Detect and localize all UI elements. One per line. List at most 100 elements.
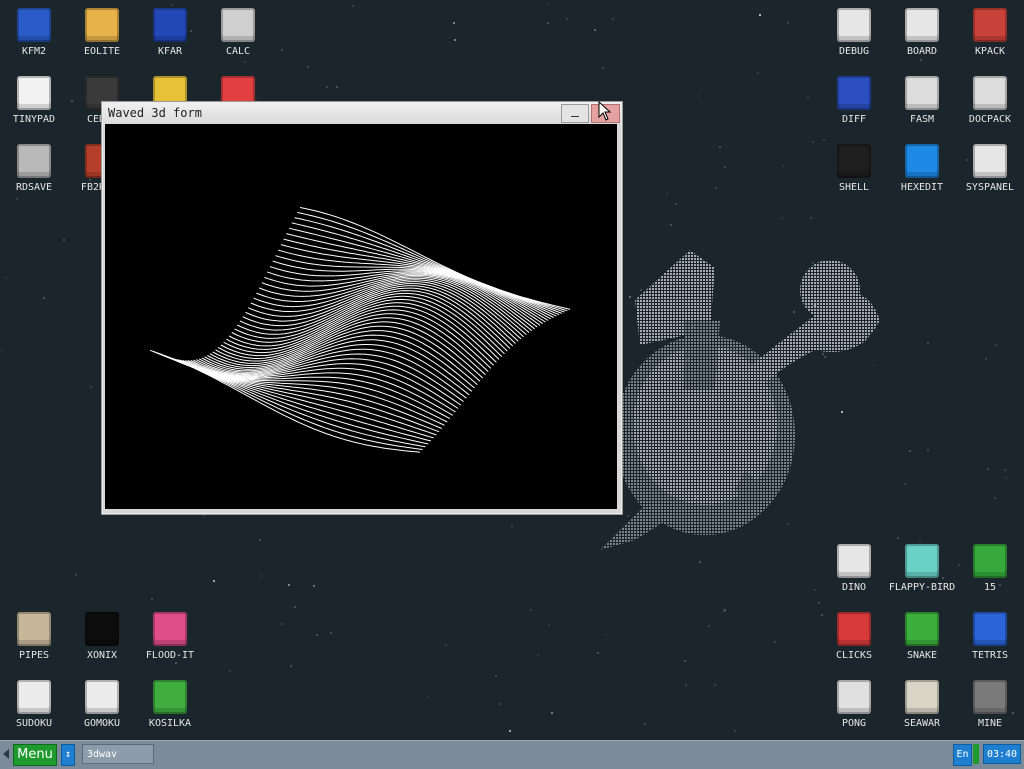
desktop-icon-docpack[interactable]: DOCPACK — [956, 68, 1024, 136]
render-canvas[interactable] — [105, 124, 617, 509]
desktop-icon-label: DOCPACK — [968, 114, 1012, 125]
desktop-icon-label: EOLITE — [83, 46, 121, 57]
desktop-icon-label: SHELL — [838, 182, 870, 193]
xonix-icon — [85, 612, 119, 646]
desktop-icon-board[interactable]: BOARD — [888, 0, 956, 68]
app-window[interactable]: Waved 3d form — [101, 101, 623, 515]
sudoku-icon — [17, 680, 51, 714]
clock[interactable]: 03:40 — [983, 744, 1021, 764]
desktop-icon-debug[interactable]: DEBUG — [820, 0, 888, 68]
notepad-icon — [17, 76, 51, 110]
desktop-icon-label: FLAPPY-BIRD — [888, 582, 956, 593]
desktop-icon-label: GOMOKU — [83, 718, 121, 729]
desktop-icon-sudoku[interactable]: SUDOKU — [0, 672, 68, 740]
desktop-icon-kfm2[interactable]: KFM2 — [0, 0, 68, 68]
desktop-icon-fasm[interactable]: FASM — [888, 68, 956, 136]
mine-icon — [973, 680, 1007, 714]
desktop-icon-label: TINYPAD — [12, 114, 56, 125]
taskbar-left-arrow-icon[interactable] — [3, 749, 9, 759]
dino-icon — [837, 544, 871, 578]
desktop-icon-label: SYSPANEL — [965, 182, 1015, 193]
desktop-icon-flappy-bird[interactable]: FLAPPY-BIRD — [888, 536, 956, 604]
desktop-icon-label: PONG — [841, 718, 867, 729]
desktop-icon-mine[interactable]: MINE — [956, 672, 1024, 740]
desktop-icon-label: FLOOD-IT — [145, 650, 195, 661]
desktop-icon-hexedit[interactable]: HEXEDIT — [888, 136, 956, 204]
waved-3d-surface — [149, 207, 571, 453]
desktop-icon-label: RDSAVE — [15, 182, 53, 193]
desktop-icon-eolite[interactable]: EOLITE — [68, 0, 136, 68]
desktop-icon-label: MINE — [977, 718, 1003, 729]
ship-icon — [905, 680, 939, 714]
window-titlebar[interactable]: Waved 3d form — [103, 103, 621, 123]
pong-icon — [837, 680, 871, 714]
desktop-icon-diff[interactable]: DIFF — [820, 68, 888, 136]
taskbar-separator — [973, 744, 979, 764]
bug-icon — [837, 8, 871, 42]
desktop-icon-calc[interactable]: CALC — [204, 0, 272, 68]
desktop-icon-label: KFM2 — [21, 46, 47, 57]
hexedit-icon — [905, 144, 939, 178]
minimize-button[interactable] — [561, 104, 589, 123]
desktop-icon-clicks[interactable]: CLICKS — [820, 604, 888, 672]
gomoku-icon — [85, 680, 119, 714]
shell-icon — [837, 144, 871, 178]
sliders-icon — [973, 144, 1007, 178]
desktop-icon-label: TETRIS — [971, 650, 1009, 661]
taskbar-task-3dwav[interactable]: 3dwav — [82, 744, 154, 764]
menu-button[interactable]: Menu — [13, 744, 57, 766]
wallpaper-planet — [600, 250, 880, 550]
desktop-icon-flood-it[interactable]: FLOOD-IT — [136, 604, 204, 672]
fasm-icon — [905, 76, 939, 110]
floppy-icon — [17, 8, 51, 42]
desktop-icon-label: HEXEDIT — [900, 182, 944, 193]
desktop-icon-label: DIFF — [841, 114, 867, 125]
clicks-icon — [837, 612, 871, 646]
desktop-icon-shell[interactable]: SHELL — [820, 136, 888, 204]
desktop-icon-label: KPACK — [974, 46, 1006, 57]
desktop-icon-label: DEBUG — [838, 46, 870, 57]
window-switch-button[interactable]: ↕ — [61, 744, 75, 766]
cabinet-icon — [973, 76, 1007, 110]
desktop-icon-dino[interactable]: DINO — [820, 536, 888, 604]
desktop-icon-label: XONIX — [86, 650, 118, 661]
board-icon — [905, 8, 939, 42]
desktop-icon-rdsave[interactable]: RDSAVE — [0, 136, 68, 204]
pipes-icon — [17, 612, 51, 646]
flood-icon — [153, 612, 187, 646]
calculator-icon — [221, 8, 255, 42]
desktop-icon-15[interactable]: 15 — [956, 536, 1024, 604]
window-title: Waved 3d form — [108, 106, 202, 120]
desktop-icon-pipes[interactable]: PIPES — [0, 604, 68, 672]
wrench-icon — [973, 8, 1007, 42]
desktop-icon-tinypad[interactable]: TINYPAD — [0, 68, 68, 136]
desktop-icon-label: CLICKS — [835, 650, 873, 661]
desktop-icon-label: 15 — [983, 582, 997, 593]
taskbar: Menu ↕ 3dwav En 03:40 — [0, 740, 1024, 769]
snake-icon — [905, 612, 939, 646]
bird-icon — [905, 544, 939, 578]
desktop-icon-gomoku[interactable]: GOMOKU — [68, 672, 136, 740]
desktop-icon-label: KOSILKA — [148, 718, 192, 729]
tetris-icon — [973, 612, 1007, 646]
desktop-icon-label: SEAWAR — [903, 718, 941, 729]
mouse-cursor-icon — [598, 101, 612, 121]
language-indicator[interactable]: En — [953, 744, 972, 766]
desktop-icon-tetris[interactable]: TETRIS — [956, 604, 1024, 672]
desktop-icon-label: KFAR — [157, 46, 183, 57]
desktop-icon-label: SUDOKU — [15, 718, 53, 729]
desktop-icon-seawar[interactable]: SEAWAR — [888, 672, 956, 740]
desktop-icon-kfar[interactable]: KFAR — [136, 0, 204, 68]
diff-icon — [837, 76, 871, 110]
folder-icon — [85, 8, 119, 42]
desktop-icon-label: FASM — [909, 114, 935, 125]
desktop-icon-label: DINO — [841, 582, 867, 593]
desktop-icon-snake[interactable]: SNAKE — [888, 604, 956, 672]
desktop-icon-pong[interactable]: PONG — [820, 672, 888, 740]
desktop-icon-xonix[interactable]: XONIX — [68, 604, 136, 672]
mower-icon — [153, 680, 187, 714]
desktop-icon-kosilka[interactable]: KOSILKA — [136, 672, 204, 740]
desktop-icon-label: CALC — [225, 46, 251, 57]
desktop-icon-syspanel[interactable]: SYSPANEL — [956, 136, 1024, 204]
desktop-icon-kpack[interactable]: KPACK — [956, 0, 1024, 68]
